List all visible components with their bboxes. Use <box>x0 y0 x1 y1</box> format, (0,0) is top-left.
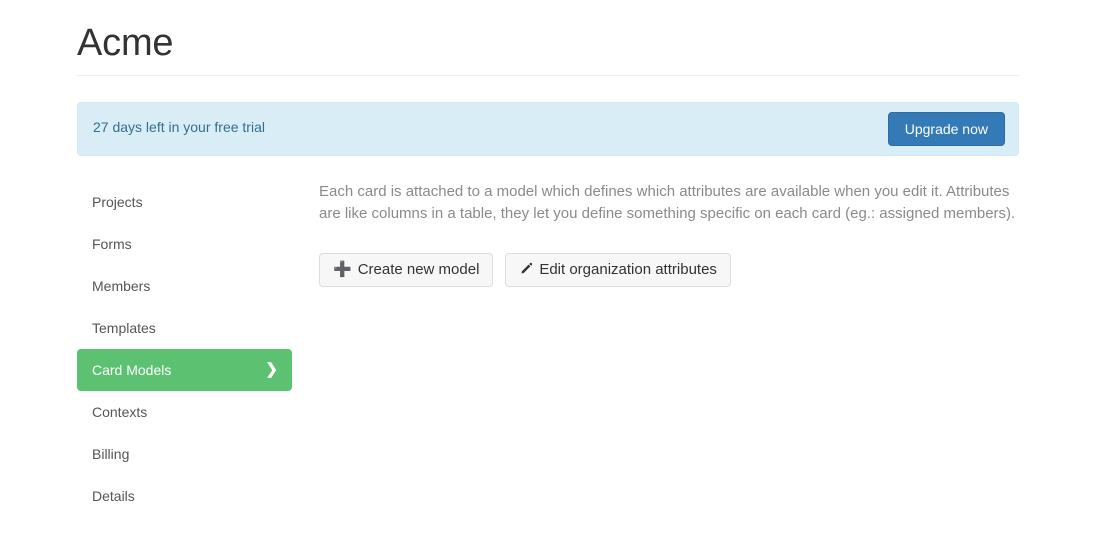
sidebar-item-projects[interactable]: Projects <box>77 181 292 223</box>
sidebar-nav: Projects Forms Members Templates Card Mo… <box>77 181 292 517</box>
trial-message: 27 days left in your free trial <box>93 118 265 135</box>
sidebar-item-label: Templates <box>92 319 156 336</box>
upgrade-now-button[interactable]: Upgrade now <box>887 111 1005 146</box>
chevron-right-icon: ❯ <box>265 360 278 378</box>
sidebar-item-label: Forms <box>92 235 132 252</box>
sidebar-item-label: Projects <box>92 193 143 210</box>
sidebar-item-templates[interactable]: Templates <box>77 307 292 349</box>
page-header: Acme <box>77 0 1019 76</box>
edit-organization-attributes-button[interactable]: Edit organization attributes <box>505 252 731 287</box>
pencil-icon <box>519 254 533 286</box>
sidebar-item-label: Card Models <box>92 361 172 378</box>
content-container: Acme 27 days left in your free trial Upg… <box>77 0 1019 504</box>
sidebar-item-label: Billing <box>92 445 130 462</box>
sidebar-item-billing[interactable]: Billing <box>77 433 292 475</box>
sidebar-item-label: Contexts <box>92 403 148 420</box>
create-new-model-button[interactable]: ➕ Create new model <box>319 252 494 287</box>
page-title: Acme <box>77 22 174 64</box>
sidebar-item-label: Details <box>92 487 135 504</box>
main-panel: Each card is attached to a model which d… <box>319 181 1019 287</box>
sidebar-item-label: Members <box>92 277 151 294</box>
plus-icon: ➕ <box>333 260 352 278</box>
create-new-model-label: Create new model <box>357 260 480 278</box>
trial-banner: 27 days left in your free trial Upgrade … <box>77 101 1019 156</box>
card-models-description: Each card is attached to a model which d… <box>319 182 1016 222</box>
sidebar-item-forms[interactable]: Forms <box>77 223 292 265</box>
action-button-row: ➕ Create new model Edit organization attr… <box>319 252 1019 287</box>
edit-organization-attributes-label: Edit organization attributes <box>539 260 717 278</box>
page-root: Acme 27 days left in your free trial Upg… <box>0 0 1093 546</box>
sidebar-item-details[interactable]: Details <box>77 475 292 517</box>
sidebar-item-card-models[interactable]: Card Models ❯ <box>77 348 292 391</box>
sidebar-item-members[interactable]: Members <box>77 265 292 307</box>
sidebar-item-contexts[interactable]: Contexts <box>77 391 292 433</box>
